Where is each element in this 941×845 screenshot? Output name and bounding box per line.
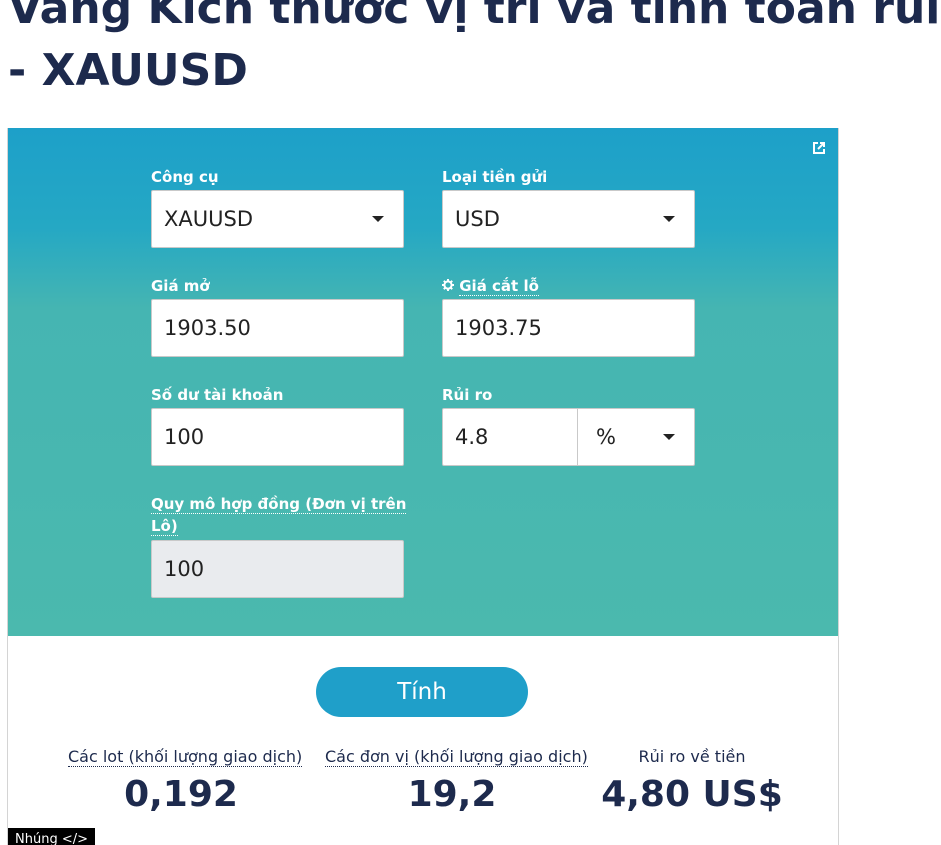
open-price-label: Giá mở xyxy=(151,277,210,295)
page-title-line-1: Vàng Kích thước vị trí và tính toán rủi … xyxy=(8,0,941,34)
chevron-down-icon xyxy=(663,434,675,440)
calculator-input-panel: Công cụ XAUUSD Loại tiền gửi USD Giá mở … xyxy=(8,128,838,636)
calculate-button[interactable]: Tính xyxy=(316,667,528,717)
risk-label: Rủi ro xyxy=(442,386,493,404)
chevron-down-icon xyxy=(663,216,675,222)
position-size-calculator: Công cụ XAUUSD Loại tiền gửi USD Giá mở … xyxy=(7,128,839,845)
stop-loss-price-label[interactable]: Giá cắt lỗ xyxy=(442,275,539,297)
result-units-value: 19,2 xyxy=(407,774,497,815)
page-title-line-2: - XAUUSD xyxy=(8,45,248,96)
result-lots: Các lot (khối lượng giao dịch) 0,192 xyxy=(68,746,303,816)
contract-size-value: 100 xyxy=(164,557,205,581)
embed-button[interactable]: Nhúng </> xyxy=(8,828,95,845)
deposit-currency-label: Loại tiền gửi xyxy=(442,168,548,186)
stop-loss-price-input[interactable]: 1903.75 xyxy=(442,299,695,357)
contract-size-label[interactable]: Quy mô hợp đồng (Đơn vị trên Lô) xyxy=(151,493,411,537)
deposit-currency-value: USD xyxy=(455,207,500,231)
instrument-select[interactable]: XAUUSD xyxy=(151,190,404,248)
external-link-icon[interactable] xyxy=(810,139,828,157)
chevron-down-icon xyxy=(372,216,384,222)
result-lots-value: 0,192 xyxy=(124,774,238,815)
instrument-value: XAUUSD xyxy=(164,207,253,231)
account-balance-value: 100 xyxy=(164,425,205,449)
contract-size-field: 100 xyxy=(151,540,404,598)
instrument-label: Công cụ xyxy=(151,168,219,186)
account-balance-input[interactable]: 100 xyxy=(151,408,404,466)
gear-icon xyxy=(442,277,459,295)
risk-value: 4.8 xyxy=(455,425,489,449)
result-money-risk-value: 4,80 US$ xyxy=(601,774,783,815)
account-balance-label: Số dư tài khoản xyxy=(151,386,284,404)
deposit-currency-select[interactable]: USD xyxy=(442,190,695,248)
result-lots-label[interactable]: Các lot (khối lượng giao dịch) xyxy=(68,746,303,768)
result-units: Các đơn vị (khối lượng giao dịch) 19,2 xyxy=(325,746,588,816)
risk-input[interactable]: 4.8 xyxy=(442,408,578,466)
risk-unit-value: % xyxy=(596,425,616,449)
stop-loss-price-value: 1903.75 xyxy=(455,316,542,340)
result-money-risk: Rủi ro về tiền 4,80 US$ xyxy=(598,746,786,816)
result-units-label[interactable]: Các đơn vị (khối lượng giao dịch) xyxy=(325,746,588,768)
page-title: Vàng Kích thước vị trí và tính toán rủi … xyxy=(8,0,941,102)
risk-unit-select[interactable]: % xyxy=(577,408,695,466)
result-money-risk-label: Rủi ro về tiền xyxy=(638,747,746,766)
open-price-input[interactable]: 1903.50 xyxy=(151,299,404,357)
open-price-value: 1903.50 xyxy=(164,316,251,340)
